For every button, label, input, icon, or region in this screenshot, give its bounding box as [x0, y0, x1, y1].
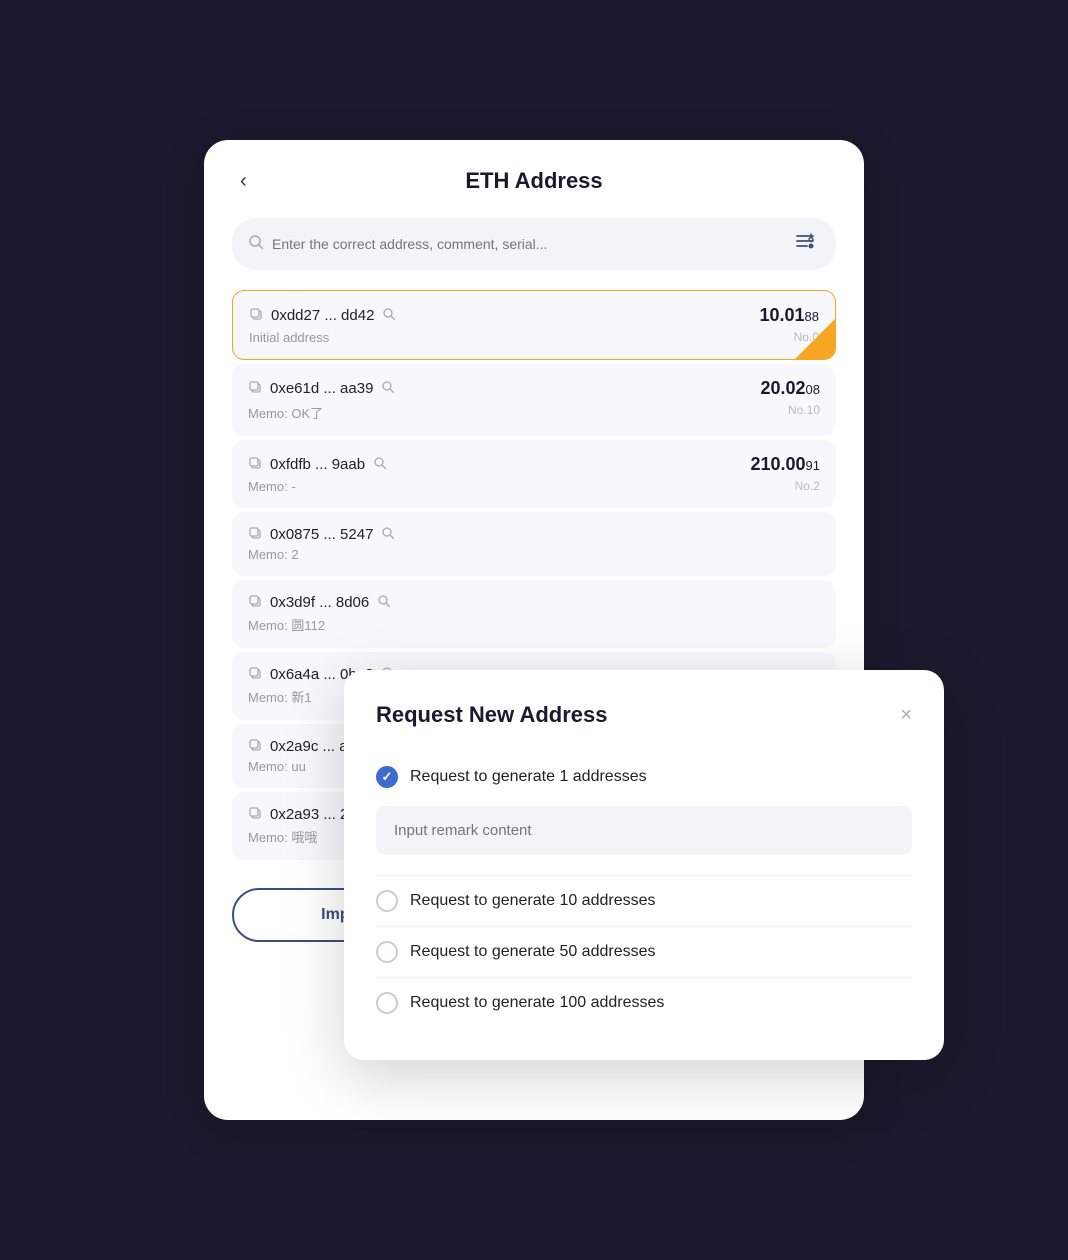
divider	[376, 875, 912, 876]
radio-label: Request to generate 1 addresses	[410, 768, 647, 786]
address-text: 0xdd27 ... dd42	[271, 307, 374, 324]
radio-option[interactable]: Request to generate 10 addresses	[376, 880, 912, 922]
memo-text: Memo: 2	[248, 547, 299, 562]
copy-icon[interactable]	[248, 666, 262, 683]
active-corner-badge	[795, 319, 835, 359]
copy-icon[interactable]	[248, 456, 262, 473]
radio-option[interactable]: Request to generate 100 addresses	[376, 982, 912, 1024]
copy-icon[interactable]	[248, 526, 262, 543]
modal-option: Request to generate 10 addresses	[376, 880, 912, 922]
address-item[interactable]: 0xe61d ... aa39 20.0208 Memo: OK了 No.10	[232, 364, 836, 436]
modal-options: ✓ Request to generate 1 addresses Request …	[376, 756, 912, 1024]
radio-label: Request to generate 10 addresses	[410, 892, 656, 910]
modal-close-button[interactable]: ×	[900, 705, 912, 725]
address-amount: 210.0091	[750, 454, 820, 475]
copy-icon[interactable]	[248, 594, 262, 611]
copy-icon[interactable]	[248, 738, 262, 755]
divider	[376, 926, 912, 927]
address-item[interactable]: 0x0875 ... 5247 Memo: 2	[232, 512, 836, 576]
copy-icon[interactable]	[249, 307, 263, 324]
address-search-icon[interactable]	[381, 526, 395, 543]
radio-label: Request to generate 100 addresses	[410, 994, 664, 1012]
search-input[interactable]	[272, 236, 782, 252]
address-item[interactable]: 0xdd27 ... dd42 10.0188 Initial address …	[232, 290, 836, 360]
radio-circle	[376, 941, 398, 963]
back-button[interactable]: ‹	[232, 166, 255, 197]
page-header: ‹ ETH Address	[232, 168, 836, 194]
radio-label: Request to generate 50 addresses	[410, 943, 656, 961]
divider	[376, 977, 912, 978]
address-text: 0xe61d ... aa39	[270, 380, 373, 397]
copy-icon[interactable]	[248, 380, 262, 397]
no-badge: No.2	[795, 479, 820, 494]
memo-text: Memo: 哦哦	[248, 827, 317, 846]
radio-option[interactable]: ✓ Request to generate 1 addresses	[376, 756, 912, 798]
address-search-icon[interactable]	[382, 307, 396, 324]
main-card: ‹ ETH Address	[204, 140, 864, 1120]
memo-text: Memo: 圆112	[248, 615, 325, 634]
address-item[interactable]: 0xfdfb ... 9aab 210.0091 Memo: - No.2	[232, 440, 836, 508]
memo-text: Memo: uu	[248, 759, 306, 774]
radio-circle	[376, 890, 398, 912]
modal-option: ✓ Request to generate 1 addresses	[376, 756, 912, 871]
filter-button[interactable]	[790, 228, 820, 260]
address-search-icon[interactable]	[377, 594, 391, 611]
memo-text: Memo: -	[248, 479, 296, 494]
memo-text: Initial address	[249, 330, 329, 345]
checkmark-icon: ✓	[382, 769, 393, 785]
modal-header: Request New Address ×	[376, 702, 912, 728]
address-text: 0xfdfb ... 9aab	[270, 456, 365, 473]
memo-text: Memo: OK了	[248, 403, 323, 422]
address-search-icon[interactable]	[381, 380, 395, 397]
modal-option: Request to generate 100 addresses	[376, 982, 912, 1024]
address-search-icon[interactable]	[373, 456, 387, 473]
search-icon	[248, 234, 264, 255]
no-badge: No.10	[788, 403, 820, 422]
memo-text: Memo: 新1	[248, 687, 312, 706]
radio-circle: ✓	[376, 766, 398, 788]
address-text: 0x0875 ... 5247	[270, 526, 373, 543]
radio-option[interactable]: Request to generate 50 addresses	[376, 931, 912, 973]
address-text: 0x3d9f ... 8d06	[270, 594, 369, 611]
copy-icon[interactable]	[248, 806, 262, 823]
search-bar	[232, 218, 836, 270]
request-new-address-modal: Request New Address × ✓ Request to genera…	[344, 670, 944, 1060]
address-item[interactable]: 0x3d9f ... 8d06 Memo: 圆112	[232, 580, 836, 648]
remark-input[interactable]	[376, 806, 912, 855]
radio-circle	[376, 992, 398, 1014]
modal-option: Request to generate 50 addresses	[376, 931, 912, 973]
modal-title: Request New Address	[376, 702, 607, 728]
page-title: ETH Address	[465, 168, 602, 194]
address-amount: 20.0208	[760, 378, 820, 399]
